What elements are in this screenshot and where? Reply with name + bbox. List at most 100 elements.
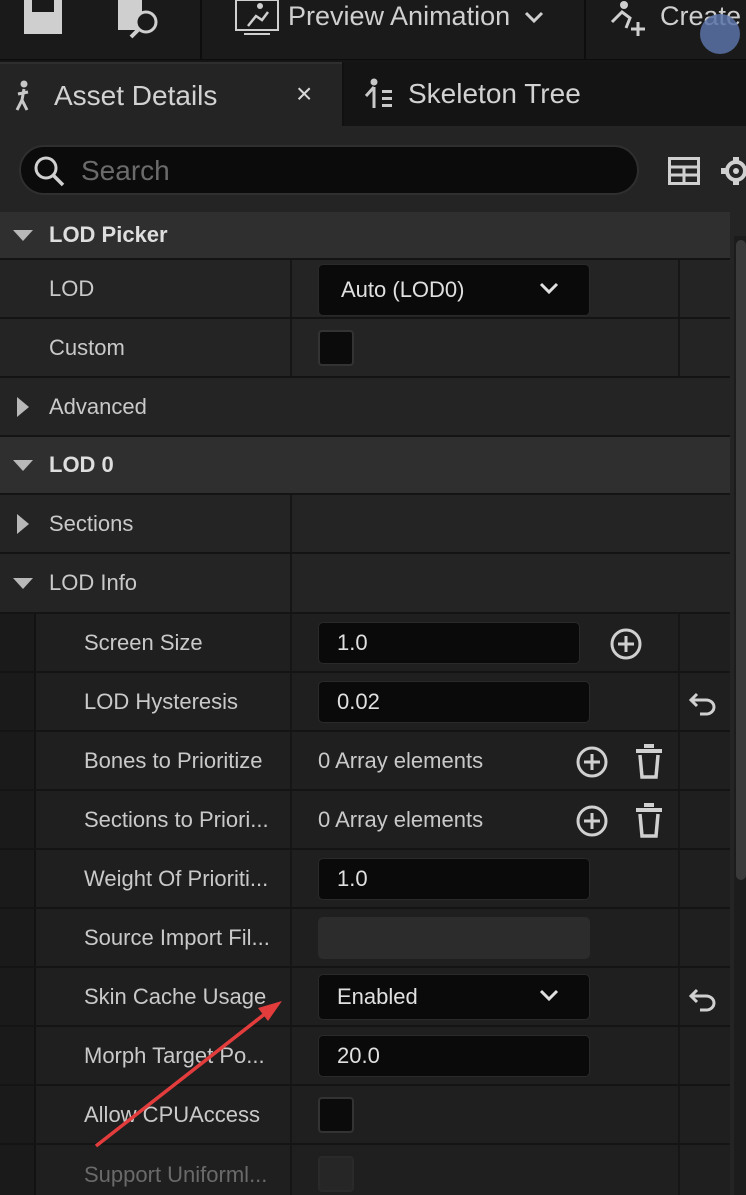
scrollbar-thumb[interactable] (736, 240, 746, 880)
collapse-arrow-icon[interactable] (13, 230, 33, 241)
reset-to-default-icon[interactable] (688, 986, 718, 1012)
toolbar-separator (200, 0, 202, 60)
property-label: Screen Size (84, 629, 203, 655)
dropdown-value: Auto (LOD0) (341, 277, 465, 302)
column-divider (678, 850, 680, 907)
property-label: Custom (49, 334, 125, 360)
collapse-arrow-icon[interactable] (13, 578, 33, 589)
property-label: Sections to Priori... (84, 806, 269, 832)
table-view-icon[interactable] (668, 157, 700, 185)
skin-cache-usage-dropdown[interactable]: Enabled (318, 974, 590, 1020)
property-row-support-uniformly: Support Uniforml... (0, 1145, 730, 1195)
add-element-icon[interactable] (575, 804, 609, 838)
reset-to-default-icon[interactable] (688, 690, 718, 716)
dropdown-value: Enabled (337, 984, 418, 1009)
save-icon[interactable] (22, 0, 64, 36)
browse-asset-icon[interactable] (116, 0, 162, 40)
search-icon (34, 156, 65, 187)
collapse-arrow-icon[interactable] (13, 460, 33, 471)
column-divider (290, 1145, 292, 1195)
indent-bar (0, 791, 36, 848)
indent-bar (0, 673, 36, 730)
field-value: 1.0 (337, 866, 368, 891)
morph-target-field[interactable]: 20.0 (318, 1035, 590, 1077)
property-row-morph-target-pos: Morph Target Po... 20.0 (0, 1027, 730, 1086)
trash-icon[interactable] (634, 743, 664, 779)
category-lod-picker[interactable]: LOD Picker (0, 212, 730, 260)
allow-cpu-access-checkbox[interactable] (318, 1097, 354, 1133)
add-icon[interactable] (609, 627, 643, 661)
tab-asset-details[interactable]: Asset Details × (0, 62, 342, 126)
column-divider (290, 495, 292, 552)
chevron-down-icon (539, 282, 559, 295)
column-divider (678, 1027, 680, 1084)
category-lod0[interactable]: LOD 0 (0, 437, 730, 495)
column-divider (290, 319, 292, 376)
group-sections[interactable]: Sections (0, 495, 730, 554)
chevron-down-icon (539, 989, 559, 1002)
column-divider (290, 260, 292, 317)
column-divider (678, 614, 680, 671)
trash-icon[interactable] (634, 802, 664, 838)
column-divider (290, 554, 292, 612)
tab-label: Asset Details (54, 80, 218, 111)
field-value: 1.0 (337, 630, 368, 655)
column-divider (678, 968, 680, 1025)
property-label: Source Import Fil... (84, 924, 270, 950)
column-divider (678, 732, 680, 789)
array-count: 0 Array elements (318, 747, 484, 773)
tab-skeleton-tree[interactable]: Skeleton Tree (344, 62, 746, 126)
property-label: Support Uniforml... (84, 1162, 268, 1187)
toolbar-separator (584, 0, 586, 60)
array-count: 0 Array elements (318, 806, 484, 832)
indent-bar (0, 1145, 36, 1195)
property-row-allow-cpu-access: Allow CPUAccess (0, 1086, 730, 1145)
category-label: LOD 0 (49, 452, 114, 477)
property-row-weight-of-prioritization: Weight Of Prioriti... 1.0 (0, 850, 730, 909)
group-label: LOD Info (49, 570, 138, 595)
group-lod-info[interactable]: LOD Info (0, 554, 730, 614)
column-divider (290, 850, 292, 907)
settings-gear-icon[interactable] (718, 154, 746, 188)
column-divider (678, 260, 680, 317)
expand-arrow-icon[interactable] (17, 396, 29, 417)
column-divider (290, 968, 292, 1025)
expand-arrow-icon[interactable] (17, 513, 29, 534)
category-label: Advanced (49, 393, 147, 419)
property-row-lod-hysteresis: LOD Hysteresis 0.02 (0, 673, 730, 732)
search-box[interactable] (19, 145, 639, 195)
property-label: LOD (49, 275, 95, 301)
column-divider (290, 614, 292, 671)
preview-animation-label: Preview Animation (288, 1, 511, 31)
close-icon[interactable]: × (296, 78, 312, 110)
custom-checkbox[interactable] (318, 330, 354, 366)
property-label: LOD Hysteresis (84, 688, 239, 714)
support-uniformly-checkbox (318, 1156, 354, 1192)
property-row-skin-cache-usage: Skin Cache Usage Enabled (0, 968, 730, 1027)
character-icon (15, 80, 29, 111)
preview-animation-button[interactable]: Preview Animation (288, 0, 544, 32)
category-advanced[interactable]: Advanced (0, 378, 730, 437)
column-divider (678, 1086, 680, 1143)
property-row-sections-to-prioritize: Sections to Priori... 0 Array elements (0, 791, 730, 850)
screen-size-field[interactable]: 1.0 (318, 622, 580, 664)
indent-bar (0, 850, 36, 907)
column-divider (678, 673, 680, 730)
property-label: Bones to Prioritize (84, 747, 263, 773)
property-row-bones-to-prioritize: Bones to Prioritize 0 Array elements (0, 732, 730, 791)
lod-dropdown[interactable]: Auto (LOD0) (318, 264, 590, 316)
chevron-down-icon (524, 11, 543, 23)
add-element-icon[interactable] (575, 745, 609, 779)
weight-field[interactable]: 1.0 (318, 858, 590, 900)
top-toolbar: Preview Animation Create (0, 0, 746, 60)
indent-bar (0, 732, 36, 789)
column-divider (290, 1027, 292, 1084)
column-divider (678, 909, 680, 966)
create-asset-icon (610, 1, 645, 36)
category-label: LOD Picker (49, 222, 168, 247)
overlay-scan-icon[interactable] (700, 14, 740, 54)
property-row-lod: LOD Auto (LOD0) (0, 260, 730, 319)
search-input[interactable] (81, 153, 621, 189)
lod-hysteresis-field[interactable]: 0.02 (318, 681, 590, 723)
indent-bar (0, 909, 36, 966)
